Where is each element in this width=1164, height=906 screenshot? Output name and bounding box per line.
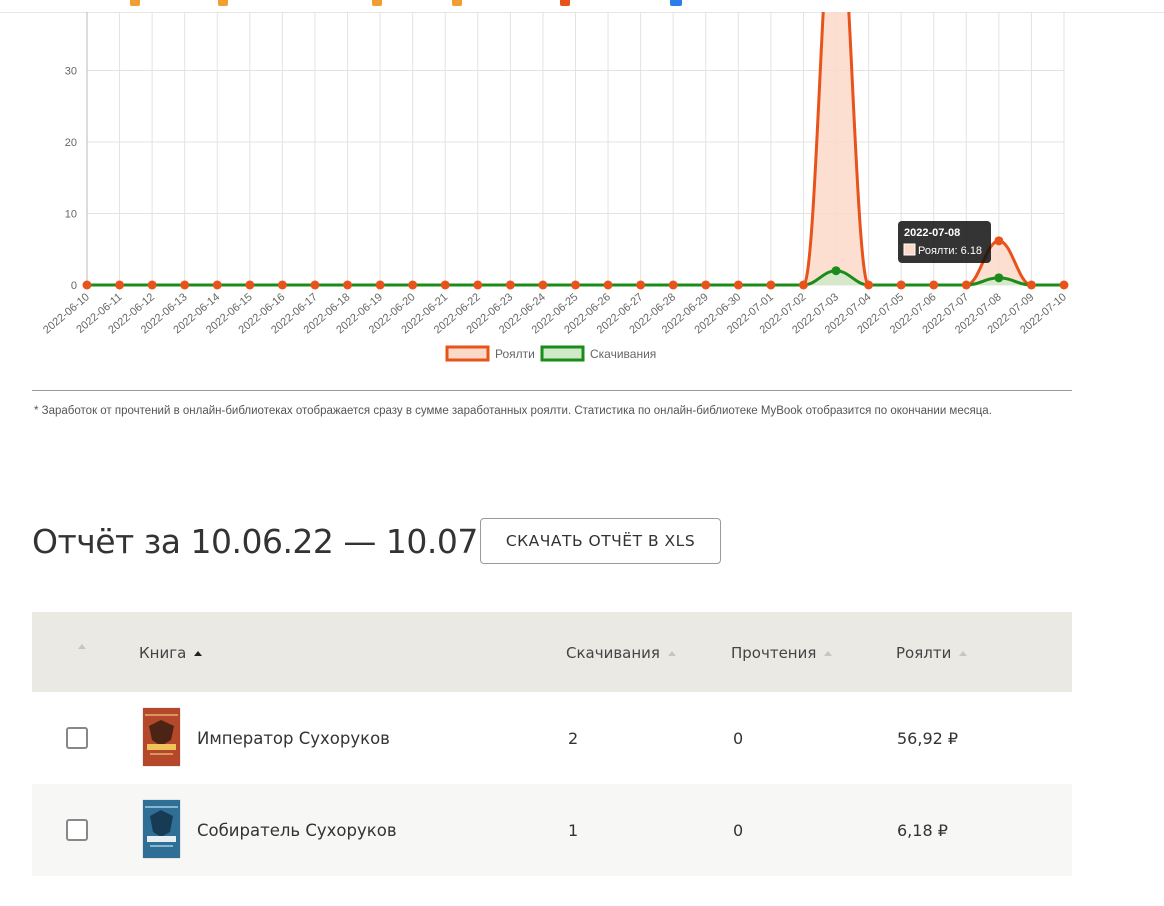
sort-asc-icon <box>194 650 203 656</box>
data-point[interactable] <box>1059 280 1069 290</box>
column-reads-label: Прочтения <box>731 644 817 662</box>
data-point[interactable] <box>310 280 320 290</box>
table-header: Книга Скачивания Прочтения Роялти <box>32 612 1072 692</box>
data-point[interactable] <box>440 280 450 290</box>
data-point[interactable] <box>668 280 678 290</box>
data-point[interactable] <box>343 280 353 290</box>
data-point[interactable] <box>636 280 646 290</box>
data-point[interactable] <box>538 280 548 290</box>
y-tick-label: 30 <box>65 66 77 78</box>
report-title: Отчёт за 10.06.22 — 10.07.22 <box>32 522 529 561</box>
column-reads[interactable]: Прочтения <box>731 644 833 662</box>
tooltip-title: 2022-07-08 <box>904 227 960 239</box>
data-point[interactable] <box>831 266 841 276</box>
reads-value: 0 <box>733 821 744 840</box>
data-point[interactable] <box>147 280 157 290</box>
data-point[interactable] <box>82 280 92 290</box>
royalty-chart: 0 10 20 30 2022-06-10 2022-06-11 2022-06-12 202… <box>0 0 1164 380</box>
data-point[interactable] <box>733 280 743 290</box>
data-point[interactable] <box>929 280 939 290</box>
book-cover-image[interactable] <box>143 708 180 766</box>
book-title[interactable]: Собиратель Сухоруков <box>197 821 397 840</box>
sort-icon <box>959 650 968 656</box>
royalty-value: 56,92 ₽ <box>897 729 959 748</box>
legend-label: Скачивания <box>590 347 656 361</box>
data-point[interactable] <box>961 280 971 290</box>
column-royalty[interactable]: Роялти <box>896 644 968 662</box>
select-all-sort[interactable] <box>70 644 86 649</box>
data-point[interactable] <box>115 280 125 290</box>
row-checkbox[interactable] <box>66 727 88 749</box>
chart-svg: 01020302022-06-102022-06-112022-06-12202… <box>41 12 1069 362</box>
data-point[interactable] <box>864 280 874 290</box>
y-tick-label: 10 <box>65 209 77 221</box>
data-point[interactable] <box>245 280 255 290</box>
book-title[interactable]: Император Сухоруков <box>197 729 390 748</box>
data-point[interactable] <box>603 280 613 290</box>
y-tick-label: 20 <box>65 137 77 149</box>
tooltip-label: Роялти: 6.18 <box>918 245 982 257</box>
book-cover-image[interactable] <box>143 800 180 858</box>
data-point[interactable] <box>180 280 190 290</box>
data-point[interactable] <box>212 280 222 290</box>
downloads-value: 1 <box>568 821 579 840</box>
legend-swatch <box>445 345 490 362</box>
column-downloads-label: Скачивания <box>566 644 660 662</box>
data-point[interactable] <box>798 280 808 290</box>
legend-label: Роялти <box>495 347 535 361</box>
tooltip-swatch <box>903 243 916 256</box>
data-point[interactable] <box>1026 280 1036 290</box>
column-book[interactable]: Книга <box>139 644 203 662</box>
column-royalty-label: Роялти <box>896 644 952 662</box>
data-point[interactable] <box>277 280 287 290</box>
column-downloads[interactable]: Скачивания <box>566 644 676 662</box>
books-table: Книга Скачивания Прочтения Роялти Импера… <box>32 612 1072 876</box>
sort-icon <box>78 644 86 649</box>
downloads-value: 2 <box>568 729 579 748</box>
data-point[interactable] <box>766 280 776 290</box>
download-xls-button[interactable]: СКАЧАТЬ ОТЧЁТ В XLS <box>480 518 721 564</box>
table-row: Император Сухоруков 2 0 56,92 ₽ <box>32 692 1072 784</box>
data-point[interactable] <box>408 280 418 290</box>
reads-value: 0 <box>733 729 744 748</box>
sort-icon <box>824 650 833 656</box>
row-checkbox[interactable] <box>66 819 88 841</box>
data-point[interactable] <box>505 280 515 290</box>
data-point[interactable] <box>994 273 1004 283</box>
footnote: * Заработок от прочтений в онлайн-библио… <box>34 405 992 417</box>
column-book-label: Книга <box>139 644 187 662</box>
data-point[interactable] <box>473 280 483 290</box>
table-row: Собиратель Сухоруков 1 0 6,18 ₽ <box>32 784 1072 876</box>
data-point[interactable] <box>571 280 580 290</box>
royalty-value: 6,18 ₽ <box>897 821 948 840</box>
divider <box>32 390 1072 391</box>
data-point[interactable] <box>701 280 711 290</box>
legend-swatch <box>540 345 585 362</box>
sort-icon <box>667 650 676 656</box>
data-point[interactable] <box>896 280 906 290</box>
data-point[interactable] <box>994 236 1004 246</box>
y-tick-label: 0 <box>71 280 77 292</box>
data-point[interactable] <box>375 280 385 290</box>
